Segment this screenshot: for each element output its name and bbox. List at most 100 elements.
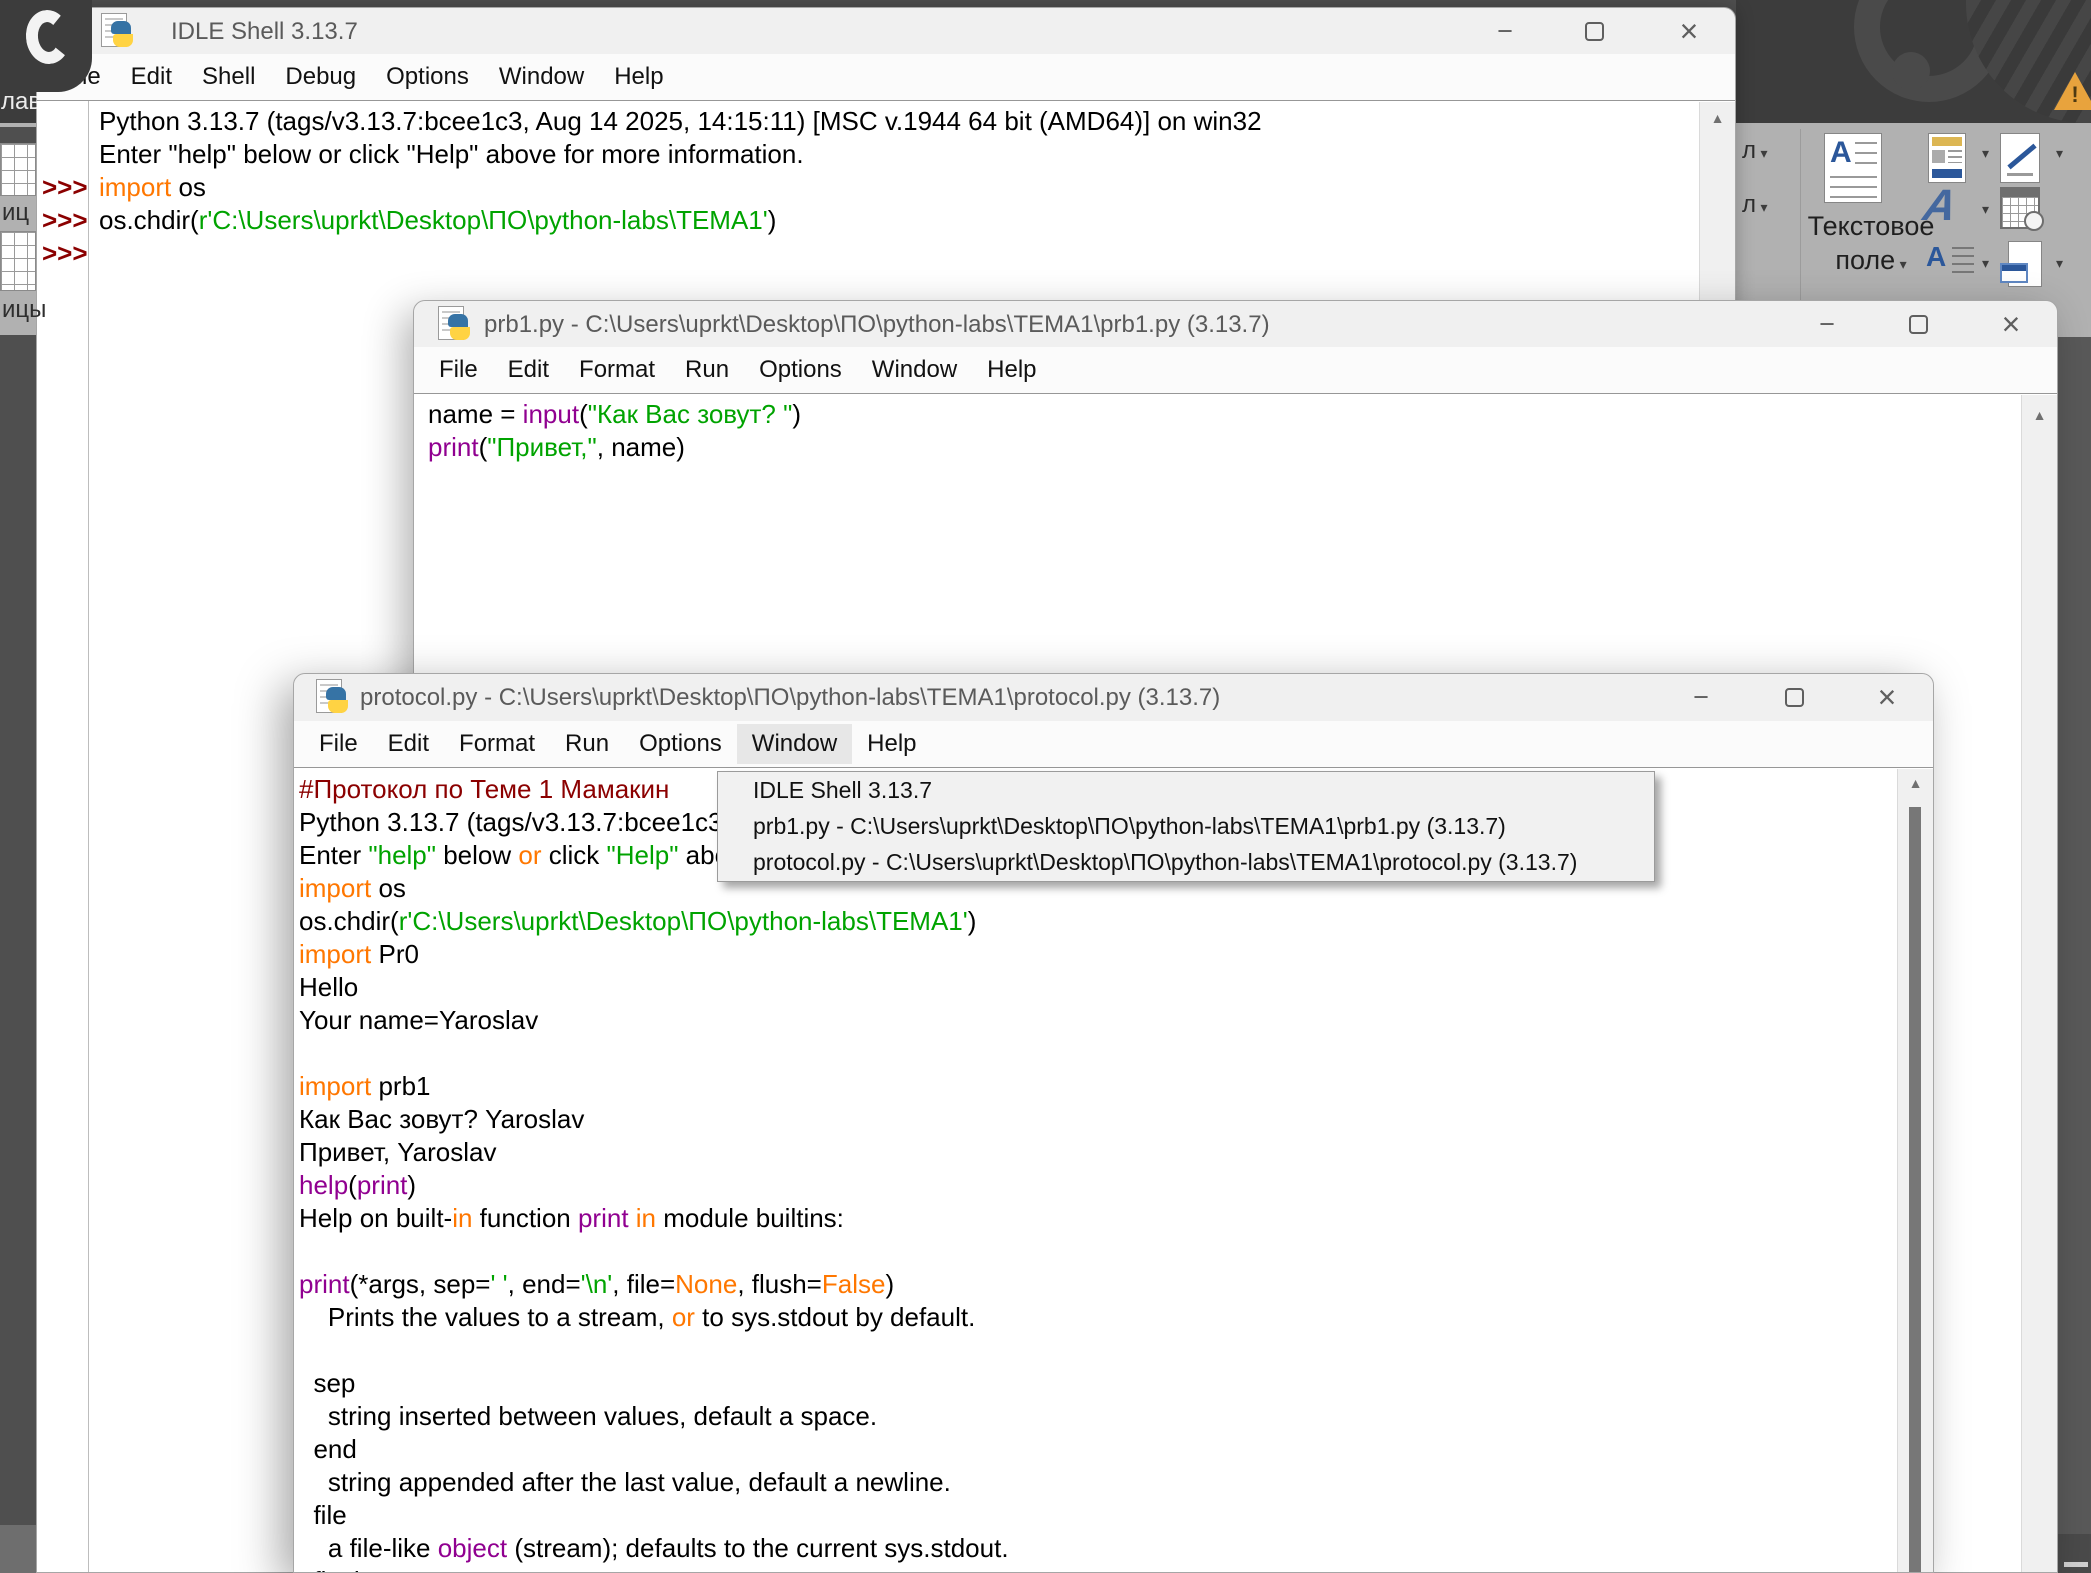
menu-item-help[interactable]: Help <box>972 350 1051 390</box>
prb1-code[interactable]: name = input("Как Вас зовут? ")print("Пр… <box>414 394 2057 464</box>
word-right-panel: ! л ▾ л ▾ A Текстовое поле ▾ <box>1736 0 2091 337</box>
protocol-scrollbar-thumb[interactable] <box>1909 807 1921 1572</box>
date-time-button[interactable] <box>2000 187 2048 235</box>
ribbon-partial-button-2[interactable]: л ▾ <box>1742 191 1768 219</box>
close-button[interactable]: × <box>1859 674 1915 720</box>
protocol-editor-window[interactable]: protocol.py - C:\Users\uprkt\Desktop\ПО\… <box>293 673 1934 1573</box>
warning-exclamation: ! <box>2071 82 2078 107</box>
menu-item-debug[interactable]: Debug <box>270 57 371 97</box>
python-file-icon <box>438 306 474 344</box>
quick-parts-button[interactable] <box>1928 133 1966 183</box>
ribbon-partial-button-1[interactable]: л ▾ <box>1742 137 1768 165</box>
close-button[interactable]: × <box>1983 301 2039 347</box>
table-grid-icon[interactable] <box>0 143 36 196</box>
python-file-icon <box>316 679 352 717</box>
textbox-lines <box>1830 176 1877 200</box>
chevron-down-icon[interactable]: ▾ <box>2056 255 2063 272</box>
menu-item-run[interactable]: Run <box>550 724 624 764</box>
close-button[interactable]: × <box>1661 8 1717 54</box>
wordart-icon: A <box>1920 181 1961 231</box>
textbox-lines <box>1855 142 1877 170</box>
protocol-code[interactable]: #Протокол по Теме 1 МамакинPython 3.13.7… <box>294 768 1933 1572</box>
maximize-button[interactable] <box>1567 8 1623 54</box>
signature-baseline <box>2007 173 2033 176</box>
menu-item-format[interactable]: Format <box>564 350 670 390</box>
window-menu-option[interactable]: prb1.py - C:\Users\uprkt\Desktop\ПО\pyth… <box>718 808 1654 844</box>
shell-prompt <box>37 138 88 171</box>
signature-icon <box>2000 133 2040 183</box>
menu-item-shell[interactable]: Shell <box>187 57 270 97</box>
menu-item-format[interactable]: Format <box>444 724 550 764</box>
window-menu-dropdown: IDLE Shell 3.13.7prb1.py - C:\Users\uprk… <box>717 771 1655 882</box>
shell-titlebar[interactable]: IDLE Shell 3.13.7 − × <box>37 8 1735 54</box>
pencil-shape <box>2007 144 2036 170</box>
code-line: string inserted between values, default … <box>299 1400 1933 1433</box>
menu-item-help[interactable]: Help <box>599 57 678 97</box>
code-line: sep <box>299 1367 1933 1400</box>
protocol-scrollbar[interactable]: ▲ <box>1897 769 1933 1572</box>
partial-label: л <box>1742 191 1756 218</box>
menu-item-run[interactable]: Run <box>670 350 744 390</box>
window-menu-option[interactable]: IDLE Shell 3.13.7 <box>718 772 1654 808</box>
menu-item-window[interactable]: Window <box>484 57 599 97</box>
protocol-text-area[interactable]: #Протокол по Теме 1 МамакинPython 3.13.7… <box>294 767 1933 1572</box>
maximize-button[interactable] <box>1767 674 1823 720</box>
menu-item-options[interactable]: Options <box>624 724 737 764</box>
word-canvas-left-strip <box>0 335 36 1525</box>
textbox-icon: A <box>1824 133 1882 203</box>
scroll-up-icon[interactable]: ▲ <box>1898 775 1933 791</box>
word-ribbon-tab-fragment[interactable]: лав <box>1 88 37 116</box>
chevron-down-icon[interactable]: ▾ <box>1982 145 1989 162</box>
protocol-titlebar[interactable]: protocol.py - C:\Users\uprkt\Desktop\ПО\… <box>294 674 1933 721</box>
menu-item-edit[interactable]: Edit <box>373 724 444 764</box>
qp-lines <box>1948 150 1962 163</box>
menu-item-file[interactable]: File <box>304 724 373 764</box>
prb1-titlebar[interactable]: prb1.py - C:\Users\uprkt\Desktop\ПО\pyth… <box>414 301 2057 347</box>
shell-prompt: >>> <box>37 237 88 270</box>
scroll-up-icon[interactable]: ▲ <box>1700 110 1735 126</box>
menu-item-options[interactable]: Options <box>744 350 857 390</box>
window-menu-option[interactable]: protocol.py - C:\Users\uprkt\Desktop\ПО\… <box>718 844 1654 880</box>
prb1-scrollbar[interactable]: ▲ <box>2021 395 2057 1572</box>
code-line <box>99 237 1735 270</box>
statusbar-dash <box>2064 1562 2088 1567</box>
menu-item-window[interactable]: Window <box>857 350 972 390</box>
code-line: string appended after the last value, de… <box>299 1466 1933 1499</box>
menu-item-edit[interactable]: Edit <box>493 350 564 390</box>
minimize-button[interactable]: − <box>1799 301 1855 347</box>
code-line <box>299 1334 1933 1367</box>
minimize-button[interactable]: − <box>1673 674 1729 720</box>
drop-cap-button[interactable]: A <box>1926 241 1974 285</box>
shell-menubar: FileEditShellDebugOptionsWindowHelp <box>37 54 1735 100</box>
code-line: Привет, Yaroslav <box>299 1136 1933 1169</box>
maximize-button[interactable] <box>1891 301 1947 347</box>
code-line: a file-like object (stream); defaults to… <box>299 1532 1933 1565</box>
menu-item-options[interactable]: Options <box>371 57 484 97</box>
chevron-down-icon[interactable]: ▾ <box>2056 145 2063 162</box>
textbox-letter: A <box>1830 136 1852 170</box>
chevron-down-icon[interactable]: ▾ <box>1982 201 1989 218</box>
chevron-down-icon: ▾ <box>1760 199 1767 215</box>
code-line: file <box>299 1499 1933 1532</box>
chevron-down-icon[interactable]: ▾ <box>1982 255 1989 272</box>
code-line <box>299 1037 1933 1070</box>
menu-item-help[interactable]: Help <box>852 724 931 764</box>
code-line: import prb1 <box>299 1070 1933 1103</box>
word-ribbon-left-fragment: иц ицы <box>0 123 36 335</box>
wordart-button[interactable]: A <box>1924 181 1972 231</box>
table-grid-icon-2[interactable] <box>0 231 36 291</box>
table-icon-header <box>0 127 36 143</box>
menu-item-file[interactable]: File <box>424 350 493 390</box>
signature-line-button[interactable] <box>2000 133 2044 183</box>
code-line: print("Привет,", name) <box>428 431 2057 464</box>
menu-item-window[interactable]: Window <box>737 724 852 764</box>
chevron-down-icon: ▾ <box>1900 256 1907 272</box>
object-button[interactable] <box>2000 241 2048 297</box>
menu-item-edit[interactable]: Edit <box>116 57 187 97</box>
scroll-up-icon[interactable]: ▲ <box>2022 407 2057 423</box>
textbox-label-line2: поле <box>1835 245 1895 275</box>
shell-window-title: IDLE Shell 3.13.7 <box>171 8 358 54</box>
protocol-window-title: protocol.py - C:\Users\uprkt\Desktop\ПО\… <box>360 674 1220 720</box>
minimize-button[interactable]: − <box>1477 8 1533 54</box>
ribbon-group-label-fragment-2: ицы <box>2 296 46 324</box>
